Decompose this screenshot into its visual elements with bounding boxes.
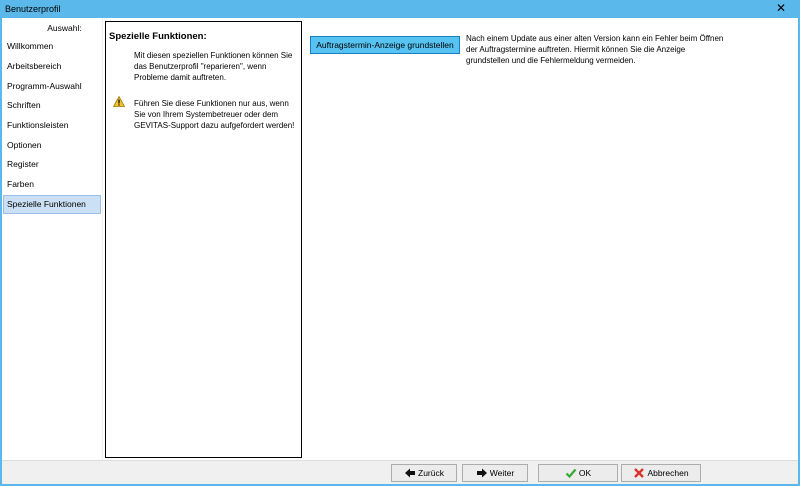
close-button[interactable]: ✕ <box>768 0 794 16</box>
ok-label: OK <box>578 468 592 478</box>
sidebar-item-farben[interactable]: Farben <box>3 175 101 194</box>
client-area: Auswahl: Willkommen Arbeitsbereich Progr… <box>2 18 798 484</box>
sidebar-item-optionen[interactable]: Optionen <box>3 136 101 155</box>
back-label: Zurück <box>418 468 444 478</box>
info-box: Spezielle Funktionen: Mit diesen speziel… <box>105 21 302 458</box>
next-button[interactable]: Weiter <box>462 464 528 482</box>
content-panel: Spezielle Funktionen: Mit diesen speziel… <box>103 18 798 460</box>
sidebar-header: Auswahl: <box>47 23 82 33</box>
back-button[interactable]: Zurück <box>391 464 457 482</box>
footer: Zurück Weiter OK Abbrechen <box>2 460 798 484</box>
warning-text: Führen Sie diese Funktionen nur aus, wen… <box>134 99 295 130</box>
next-label: Weiter <box>489 468 515 478</box>
cancel-button[interactable]: Abbrechen <box>621 464 701 482</box>
checkmark-icon <box>565 468 577 478</box>
warning-icon <box>113 96 125 107</box>
title-bar[interactable]: Benutzerprofil ✕ <box>0 0 800 18</box>
info-text: Mit diesen speziellen Funktionen können … <box>134 51 293 82</box>
window-title: Benutzerprofil <box>5 4 61 14</box>
sidebar-item-schriften[interactable]: Schriften <box>3 96 101 115</box>
sidebar-item-register[interactable]: Register <box>3 155 101 174</box>
sidebar-item-programm-auswahl[interactable]: Programm-Auswahl <box>3 77 101 96</box>
sidebar-item-willkommen[interactable]: Willkommen <box>3 37 101 56</box>
sidebar-item-spezielle-funktionen[interactable]: Spezielle Funktionen <box>3 195 101 214</box>
reset-appointment-display-button[interactable]: Auftragstermin-Anzeige grundstellen <box>310 36 460 54</box>
cancel-label: Abbrechen <box>647 468 689 478</box>
sidebar-item-arbeitsbereich[interactable]: Arbeitsbereich <box>3 57 101 76</box>
window: Benutzerprofil ✕ Auswahl: Willkommen Arb… <box>0 0 800 486</box>
cancel-x-icon <box>634 467 645 478</box>
arrow-left-icon <box>405 468 415 478</box>
action-description: Nach einem Update aus einer alten Versio… <box>466 34 724 65</box>
sidebar: Auswahl: Willkommen Arbeitsbereich Progr… <box>2 18 102 460</box>
ok-button[interactable]: OK <box>538 464 618 482</box>
sidebar-item-funktionsleisten[interactable]: Funktionsleisten <box>3 116 101 135</box>
info-title: Spezielle Funktionen: <box>109 31 207 42</box>
arrow-right-icon <box>476 468 487 478</box>
